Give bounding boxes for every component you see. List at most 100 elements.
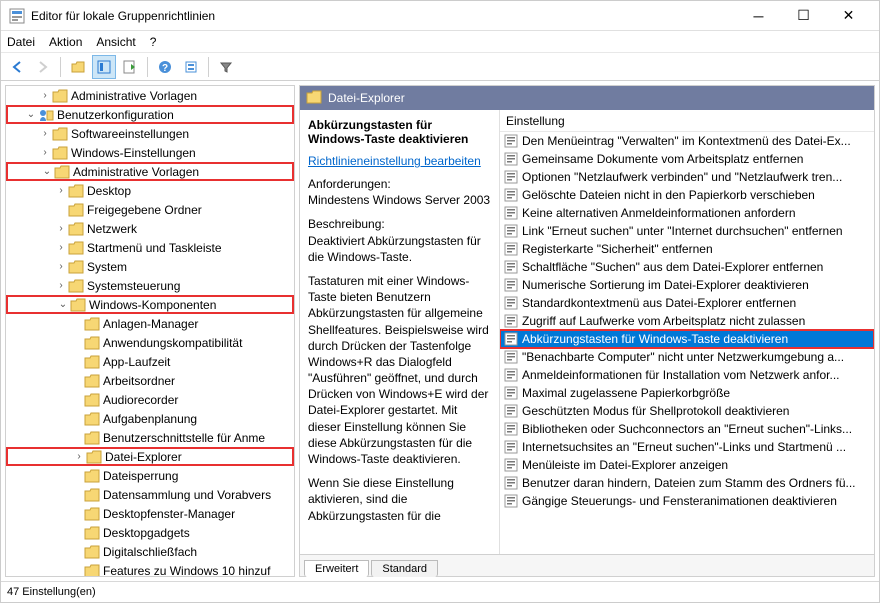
setting-icon xyxy=(504,152,518,166)
tree-item[interactable]: ›Windows-Einstellungen xyxy=(6,143,294,162)
right-panel: Datei-Explorer Abkürzungstasten für Wind… xyxy=(299,85,875,577)
expander-icon[interactable]: › xyxy=(54,185,68,196)
setting-row[interactable]: Abkürzungstasten für Windows-Taste deakt… xyxy=(500,330,874,348)
menu-help[interactable]: ? xyxy=(150,35,157,49)
forward-button[interactable] xyxy=(31,55,55,79)
setting-icon xyxy=(504,314,518,328)
tree-item[interactable]: ⌄Benutzerkonfiguration xyxy=(6,105,294,124)
tree-item[interactable]: Freigegebene Ordner xyxy=(6,200,294,219)
expander-icon[interactable]: ⌄ xyxy=(24,109,38,120)
edit-policy-link[interactable]: Richtlinieneinstellung bearbeiten xyxy=(308,154,481,168)
expander-icon[interactable]: › xyxy=(54,223,68,234)
tree-item-label: App-Laufzeit xyxy=(103,355,170,369)
tree-item[interactable]: Dateisperrung xyxy=(6,466,294,485)
tree-item[interactable]: ›Startmenü und Taskleiste xyxy=(6,238,294,257)
tree-item[interactable]: Desktopfenster-Manager xyxy=(6,504,294,523)
tree-item-label: Arbeitsordner xyxy=(103,374,175,388)
maximize-button[interactable]: ☐ xyxy=(781,2,826,30)
tab-erweitert[interactable]: Erweitert xyxy=(304,560,369,577)
folder-icon xyxy=(84,412,100,426)
setting-row[interactable]: Gelöschte Dateien nicht in den Papierkor… xyxy=(500,186,874,204)
folder-icon xyxy=(84,507,100,521)
tree-item[interactable]: ⌄Windows-Komponenten xyxy=(6,295,294,314)
setting-row[interactable]: Anmeldeinformationen für Installation vo… xyxy=(500,366,874,384)
setting-row[interactable]: Registerkarte "Sicherheit" entfernen xyxy=(500,240,874,258)
tree-item[interactable]: Desktopgadgets xyxy=(6,523,294,542)
tree-item[interactable]: ›Netzwerk xyxy=(6,219,294,238)
setting-row[interactable]: Geschützten Modus für Shellprotokoll dea… xyxy=(500,402,874,420)
tab-standard[interactable]: Standard xyxy=(371,560,438,577)
tree-item-label: Administrative Vorlagen xyxy=(73,165,199,179)
menu-file[interactable]: Datei xyxy=(7,35,35,49)
folder-icon xyxy=(84,393,100,407)
properties-button[interactable] xyxy=(92,55,116,79)
tabs: Erweitert Standard xyxy=(300,554,874,576)
close-button[interactable]: ✕ xyxy=(826,2,871,30)
help-button[interactable]: ? xyxy=(153,55,177,79)
tree-item[interactable]: ›Desktop xyxy=(6,181,294,200)
expander-icon[interactable]: › xyxy=(54,280,68,291)
setting-row[interactable]: Benutzer daran hindern, Dateien zum Stam… xyxy=(500,474,874,492)
setting-label: Gelöschte Dateien nicht in den Papierkor… xyxy=(522,188,815,202)
setting-label: Benutzer daran hindern, Dateien zum Stam… xyxy=(522,476,856,490)
setting-label: Optionen "Netzlaufwerk verbinden" und "N… xyxy=(522,170,842,184)
setting-row[interactable]: Bibliotheken oder Suchconnectors an "Ern… xyxy=(500,420,874,438)
setting-row[interactable]: Numerische Sortierung im Datei-Explorer … xyxy=(500,276,874,294)
filter-button[interactable] xyxy=(214,55,238,79)
menu-action[interactable]: Aktion xyxy=(49,35,82,49)
setting-row[interactable]: Gängige Steuerungs- und Fensteranimation… xyxy=(500,492,874,510)
setting-row[interactable]: Optionen "Netzlaufwerk verbinden" und "N… xyxy=(500,168,874,186)
desc-long-2: Wenn Sie diese Einstellung aktivieren, s… xyxy=(308,475,491,524)
expander-icon[interactable]: › xyxy=(38,90,52,101)
tree-item[interactable]: Audiorecorder xyxy=(6,390,294,409)
setting-row[interactable]: Standardkontextmenü aus Datei-Explorer e… xyxy=(500,294,874,312)
refresh-button[interactable] xyxy=(179,55,203,79)
expander-icon[interactable]: ⌄ xyxy=(56,299,70,310)
setting-label: Anmeldeinformationen für Installation vo… xyxy=(522,368,839,382)
tree-item[interactable]: Features zu Windows 10 hinzuf xyxy=(6,561,294,577)
tree-item[interactable]: Datensammlung und Vorabvers xyxy=(6,485,294,504)
setting-row[interactable]: Maximal zugelassene Papierkorbgröße xyxy=(500,384,874,402)
tree-item[interactable]: App-Laufzeit xyxy=(6,352,294,371)
setting-row[interactable]: Link "Erneut suchen" unter "Internet dur… xyxy=(500,222,874,240)
tree-item[interactable]: Arbeitsordner xyxy=(6,371,294,390)
settings-col-header[interactable]: Einstellung xyxy=(500,110,874,132)
tree-item[interactable]: ›Systemsteuerung xyxy=(6,276,294,295)
folder-up-button[interactable] xyxy=(66,55,90,79)
expander-icon[interactable]: ⌄ xyxy=(40,166,54,177)
export-button[interactable] xyxy=(118,55,142,79)
menu-view[interactable]: Ansicht xyxy=(96,35,135,49)
setting-row[interactable]: Gemeinsame Dokumente vom Arbeitsplatz en… xyxy=(500,150,874,168)
setting-row[interactable]: Menüleiste im Datei-Explorer anzeigen xyxy=(500,456,874,474)
expander-icon[interactable]: › xyxy=(72,451,86,462)
expander-icon[interactable]: › xyxy=(54,242,68,253)
expander-icon[interactable]: › xyxy=(54,261,68,272)
setting-row[interactable]: Zugriff auf Laufwerke vom Arbeitsplatz n… xyxy=(500,312,874,330)
folder-icon xyxy=(52,146,68,160)
tree-panel[interactable]: ›Administrative Vorlagen⌄Benutzerkonfigu… xyxy=(5,85,295,577)
setting-icon xyxy=(504,206,518,220)
setting-row[interactable]: Internetsuchsites an "Erneut suchen"-Lin… xyxy=(500,438,874,456)
tree-item[interactable]: ›Softwareeinstellungen xyxy=(6,124,294,143)
tree-item[interactable]: Digitalschließfach xyxy=(6,542,294,561)
setting-icon xyxy=(504,440,518,454)
setting-row[interactable]: Schaltfläche "Suchen" aus dem Datei-Expl… xyxy=(500,258,874,276)
back-button[interactable] xyxy=(5,55,29,79)
tree-item[interactable]: ›Administrative Vorlagen xyxy=(6,86,294,105)
tree-item-label: Freigegebene Ordner xyxy=(87,203,202,217)
tree-item[interactable]: Anwendungskompatibilität xyxy=(6,333,294,352)
expander-icon[interactable]: › xyxy=(38,147,52,158)
setting-row[interactable]: Keine alternativen Anmeldeinformationen … xyxy=(500,204,874,222)
minimize-button[interactable]: ─ xyxy=(736,2,781,30)
tree-item[interactable]: Benutzerschnittstelle für Anme xyxy=(6,428,294,447)
setting-row[interactable]: Den Menüeintrag "Verwalten" im Kontextme… xyxy=(500,132,874,150)
folder-icon xyxy=(54,165,70,179)
setting-row[interactable]: "Benachbarte Computer" nicht unter Netzw… xyxy=(500,348,874,366)
tree-item[interactable]: Anlagen-Manager xyxy=(6,314,294,333)
tree-item[interactable]: ›System xyxy=(6,257,294,276)
tree-item[interactable]: Aufgabenplanung xyxy=(6,409,294,428)
tree-item[interactable]: ⌄ Administrative Vorlagen xyxy=(6,162,294,181)
tree-item[interactable]: ›Datei-Explorer xyxy=(6,447,294,466)
expander-icon[interactable]: › xyxy=(38,128,52,139)
settings-list[interactable]: Den Menüeintrag "Verwalten" im Kontextme… xyxy=(500,132,874,554)
